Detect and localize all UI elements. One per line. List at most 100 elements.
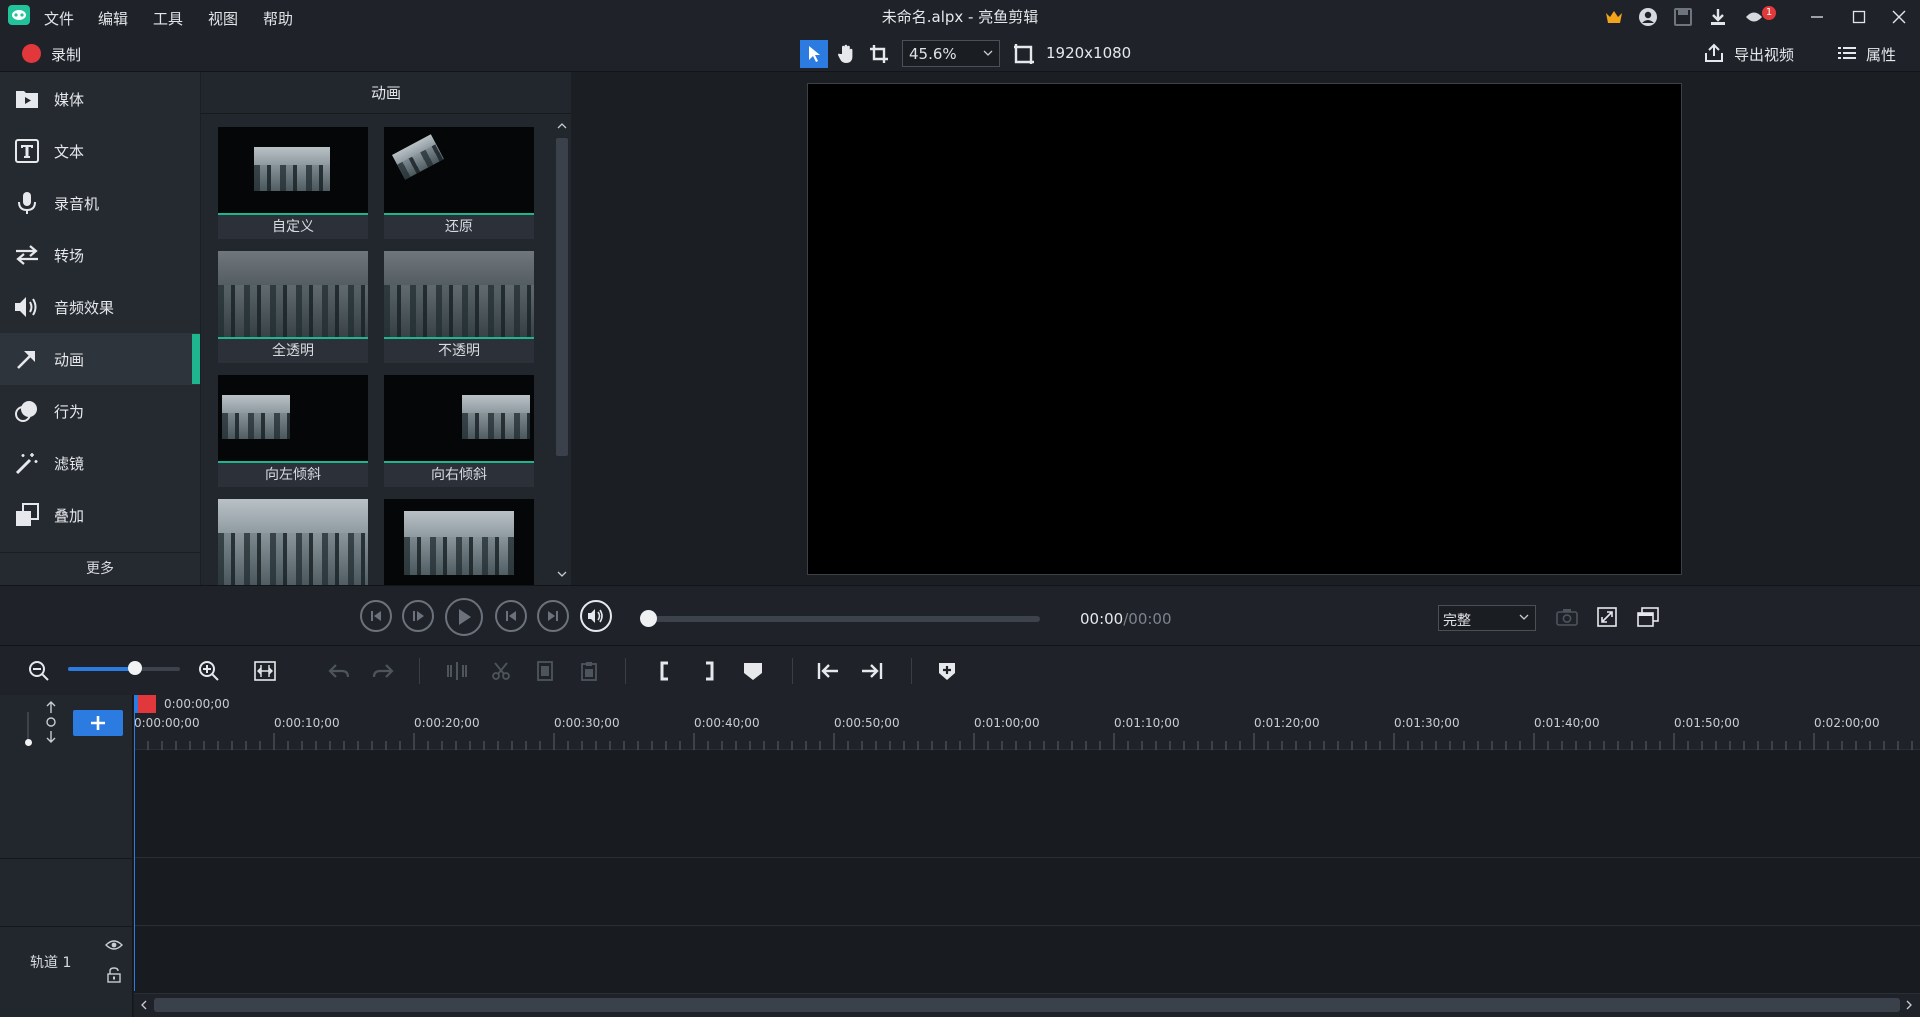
crop-tool-button[interactable]	[865, 40, 893, 68]
add-track-button[interactable]	[73, 710, 123, 736]
crown-icon[interactable]	[1603, 6, 1625, 28]
download-icon[interactable]	[1707, 6, 1729, 28]
menu-file[interactable]: 文件	[44, 8, 74, 29]
menu-help[interactable]: 帮助	[263, 8, 293, 29]
add-marker-icon[interactable]	[740, 658, 766, 684]
panel-scroll-thumb[interactable]	[556, 138, 568, 456]
close-icon[interactable]	[1888, 6, 1910, 28]
menu-view[interactable]: 视图	[208, 8, 238, 29]
scroll-down-icon[interactable]	[557, 571, 567, 578]
sidebar-item-label: 行为	[54, 402, 85, 421]
sidebar-item-media[interactable]: 媒体	[0, 73, 200, 125]
add-keyframe-icon[interactable]	[934, 658, 960, 684]
animation-tile-fully-transparent[interactable]: 全透明	[218, 251, 368, 363]
sidebar-item-transitions[interactable]: 转场	[0, 229, 200, 281]
animation-tile-custom[interactable]: 自定义	[218, 127, 368, 239]
quality-value: 完整	[1443, 613, 1471, 629]
zoom-out-icon[interactable]	[26, 658, 52, 684]
scroll-right-icon[interactable]	[1906, 1000, 1913, 1010]
copy-icon[interactable]	[532, 658, 558, 684]
record-icon[interactable]	[22, 44, 41, 63]
tile-label: 向左倾斜	[265, 467, 321, 483]
playhead-line[interactable]	[134, 695, 135, 991]
sidebar-item-filters[interactable]: 滤镜	[0, 437, 200, 489]
jump-to-start-icon[interactable]	[815, 658, 841, 684]
redo-icon[interactable]	[370, 658, 396, 684]
minimize-icon[interactable]	[1806, 6, 1828, 28]
volume-button[interactable]	[580, 600, 612, 632]
menu-tools[interactable]: 工具	[153, 8, 183, 29]
toolbar-divider	[792, 658, 793, 684]
sidebar-item-behavior[interactable]: 行为	[0, 385, 200, 437]
animation-tile-zoom-in[interactable]	[218, 499, 368, 585]
play-icon	[459, 609, 471, 625]
sidebar-item-overlay[interactable]: 叠加	[0, 489, 200, 541]
animation-tile-zoom-out[interactable]	[384, 499, 534, 585]
sidebar-item-label: 转场	[54, 246, 85, 265]
track-row-1[interactable]	[134, 926, 1920, 994]
mark-in-icon[interactable]	[652, 658, 678, 684]
sidebar-item-audio-effects[interactable]: 音频效果	[0, 281, 200, 333]
previous-frame-button[interactable]	[360, 600, 392, 632]
playback-bar	[0, 585, 1920, 645]
hand-tool-button[interactable]	[832, 40, 860, 68]
preview-quality-select[interactable]: 完整	[1438, 605, 1536, 631]
scroll-left-icon[interactable]	[140, 1000, 147, 1010]
detach-preview-icon[interactable]	[1637, 607, 1659, 627]
export-icon[interactable]	[1704, 43, 1724, 63]
snapshot-camera-icon[interactable]	[1556, 608, 1578, 626]
play-button[interactable]	[445, 598, 483, 636]
more-button[interactable]: 更多	[0, 552, 200, 585]
zoom-in-icon[interactable]	[196, 658, 222, 684]
scroll-up-icon[interactable]	[557, 122, 567, 129]
playback-progress-track[interactable]	[648, 616, 1040, 622]
export-video-button[interactable]: 导出视频	[1734, 44, 1794, 65]
maximize-icon[interactable]	[1848, 6, 1870, 28]
paste-icon[interactable]	[576, 658, 602, 684]
menu-edit[interactable]: 编辑	[98, 8, 128, 29]
eye-icon[interactable]	[105, 939, 123, 951]
unlock-icon[interactable]	[107, 967, 121, 983]
split-icon[interactable]	[444, 658, 470, 684]
select-tool-button[interactable]	[800, 40, 828, 68]
mark-out-icon[interactable]	[696, 658, 722, 684]
undo-icon[interactable]	[326, 658, 352, 684]
jump-to-end-icon[interactable]	[859, 658, 885, 684]
canvas-size-icon[interactable]	[1013, 43, 1035, 65]
track-row-empty[interactable]	[134, 858, 1920, 926]
fullscreen-icon[interactable]	[1597, 607, 1617, 627]
sidebar-item-animation[interactable]: 动画	[0, 333, 200, 385]
animation-tile-tilt-left[interactable]: 向左倾斜	[218, 375, 368, 487]
ruler-tick-label: 0:01:20;00	[1254, 716, 1320, 730]
list-icon[interactable]	[1838, 46, 1856, 60]
sidebar-item-recorder[interactable]: 录音机	[0, 177, 200, 229]
animation-tile-opaque[interactable]: 不透明	[384, 251, 534, 363]
fit-timeline-icon[interactable]	[252, 658, 278, 684]
preview-canvas[interactable]	[807, 83, 1682, 575]
track-height-slider[interactable]	[27, 712, 29, 742]
microphone-icon	[0, 191, 54, 215]
text-icon	[0, 139, 54, 163]
animation-thumbnail	[218, 251, 368, 337]
animation-tile-restore[interactable]: 还原	[384, 127, 534, 239]
go-to-start-button[interactable]	[495, 600, 527, 632]
playback-progress-knob[interactable]	[640, 610, 657, 627]
record-button[interactable]: 录制	[51, 44, 81, 65]
track-row-empty[interactable]	[134, 750, 1920, 858]
volume-icon	[588, 609, 603, 623]
zoom-select[interactable]: 45.6%	[902, 40, 1000, 67]
cut-icon[interactable]	[488, 658, 514, 684]
timeline-scroll-thumb[interactable]	[154, 998, 1900, 1012]
canvas-resolution[interactable]: 1920x1080	[1046, 44, 1131, 62]
go-to-end-button[interactable]	[537, 600, 569, 632]
ruler-tick-label: 0:01:30;00	[1394, 716, 1460, 730]
track-height-zoom-icon[interactable]	[44, 701, 58, 743]
animation-tile-tilt-right[interactable]: 向右倾斜	[384, 375, 534, 487]
account-icon[interactable]	[1637, 6, 1659, 28]
sidebar-item-text[interactable]: 文本	[0, 125, 200, 177]
next-frame-button[interactable]	[402, 600, 434, 632]
save-icon[interactable]	[1672, 6, 1694, 28]
properties-button[interactable]: 属性	[1866, 44, 1896, 65]
playhead-handle[interactable]	[134, 695, 156, 713]
track-height-knob[interactable]	[25, 739, 32, 746]
